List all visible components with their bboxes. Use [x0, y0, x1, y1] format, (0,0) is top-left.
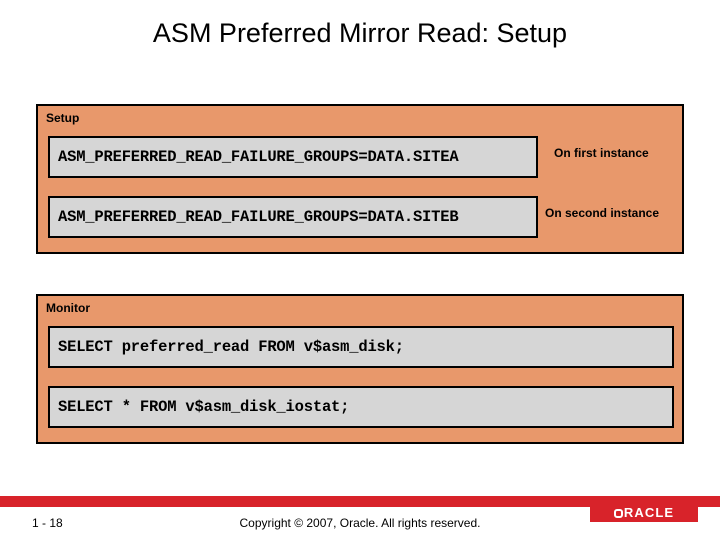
monitor-code-box-2: SELECT * FROM v$asm_disk_iostat;	[48, 386, 674, 428]
setup-code-2: ASM_PREFERRED_READ_FAILURE_GROUPS=DATA.S…	[58, 208, 458, 226]
oracle-logo-text: RACLE	[614, 505, 674, 520]
monitor-panel: Monitor SELECT preferred_read FROM v$asm…	[36, 294, 684, 444]
setup-annotation-2: On second instance	[545, 206, 659, 220]
setup-panel: Setup ASM_PREFERRED_READ_FAILURE_GROUPS=…	[36, 104, 684, 254]
setup-code-1: ASM_PREFERRED_READ_FAILURE_GROUPS=DATA.S…	[58, 148, 458, 166]
monitor-label: Monitor	[46, 301, 90, 315]
slide: ASM Preferred Mirror Read: Setup Setup A…	[0, 0, 720, 540]
footer: 1 - 18 Copyright © 2007, Oracle. All rig…	[0, 496, 720, 540]
monitor-code-box-1: SELECT preferred_read FROM v$asm_disk;	[48, 326, 674, 368]
setup-annotation-1: On first instance	[554, 146, 649, 160]
page-title: ASM Preferred Mirror Read: Setup	[0, 0, 720, 49]
monitor-code-1: SELECT preferred_read FROM v$asm_disk;	[58, 338, 404, 356]
oracle-o-icon	[614, 509, 623, 518]
oracle-logo: RACLE	[590, 502, 698, 522]
setup-code-box-2: ASM_PREFERRED_READ_FAILURE_GROUPS=DATA.S…	[48, 196, 538, 238]
setup-code-box-1: ASM_PREFERRED_READ_FAILURE_GROUPS=DATA.S…	[48, 136, 538, 178]
monitor-code-2: SELECT * FROM v$asm_disk_iostat;	[58, 398, 349, 416]
setup-label: Setup	[46, 111, 79, 125]
